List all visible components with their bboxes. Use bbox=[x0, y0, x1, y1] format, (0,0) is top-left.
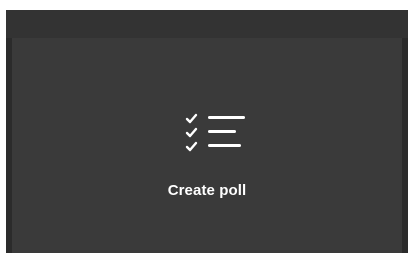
check-mark-3 bbox=[185, 141, 198, 152]
checklist-icon bbox=[185, 113, 245, 152]
app-window: Create poll bbox=[6, 10, 408, 253]
list-line-2 bbox=[208, 130, 236, 133]
content-panel: Create poll bbox=[12, 38, 402, 253]
list-line-1 bbox=[208, 116, 245, 119]
top-bar bbox=[6, 10, 408, 38]
check-mark-2 bbox=[185, 127, 198, 138]
list-line-3 bbox=[208, 144, 241, 147]
create-poll-label: Create poll bbox=[167, 182, 247, 199]
create-poll-button[interactable]: Create poll bbox=[12, 38, 402, 253]
check-mark-1 bbox=[185, 113, 198, 124]
